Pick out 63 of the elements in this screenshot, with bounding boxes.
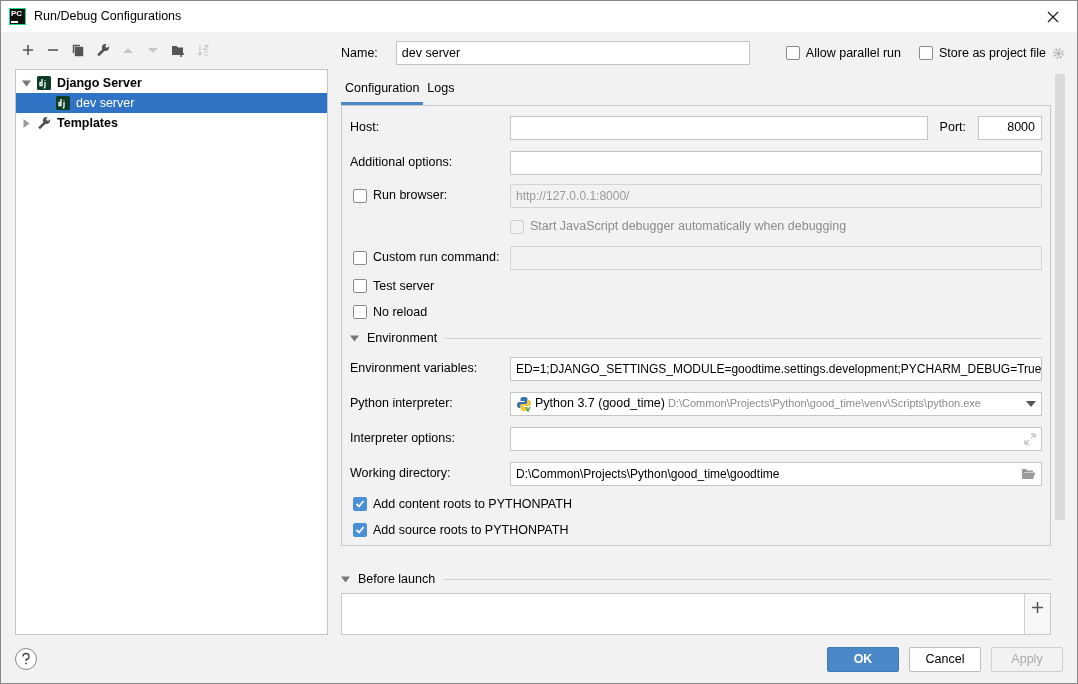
- input-field[interactable]: [510, 150, 1042, 175]
- django-icon: [56, 96, 70, 110]
- add-icon[interactable]: [21, 43, 35, 57]
- checkbox-label: Store as project file: [939, 44, 1047, 62]
- field-label: Custom run command:: [373, 249, 500, 267]
- port-field[interactable]: 8000: [978, 115, 1042, 140]
- field-label: Additional options:: [350, 155, 453, 170]
- checkbox-label: Add content roots to PYTHONPATH: [373, 495, 572, 513]
- field-label: Python interpreter:: [350, 396, 453, 411]
- field-label: Run browser:: [373, 187, 448, 205]
- tree-item[interactable]: dev server: [16, 93, 327, 113]
- checkbox-label: Add source roots to PYTHONPATH: [373, 521, 569, 539]
- checkbox-label: Test server: [373, 277, 435, 295]
- tree-item[interactable]: Django Server: [16, 73, 327, 93]
- dropdown-arrow-icon[interactable]: [1026, 400, 1036, 407]
- interpreter-path: D:\Common\Projects\Python\good_time\venv\Scripts\python.exe: [667, 396, 981, 412]
- checkbox-label: Start JavaScript debugger automatically when debugging: [530, 218, 847, 236]
- copy-icon[interactable]: [71, 43, 85, 57]
- collapse-triangle-icon[interactable]: [350, 333, 359, 343]
- checkbox[interactable]: [919, 46, 934, 60]
- field-label: Working directory:: [350, 466, 451, 481]
- input-field[interactable]: ED=1;DJANGO_SETTINGS_MODULE=goodtime.settings.development;PYCHARM_DEBUG=True: [510, 356, 1042, 381]
- scrollbar[interactable]: [1055, 74, 1065, 520]
- field-label: Host:: [350, 120, 380, 135]
- checkbox-label: Allow parallel run: [805, 44, 902, 62]
- input-field[interactable]: [510, 426, 1042, 451]
- field-label: Environment variables:: [350, 361, 478, 376]
- section-title[interactable]: Environment: [367, 328, 438, 348]
- window-title: Run/Debug Configurations: [34, 8, 182, 26]
- tree-item[interactable]: Templates: [16, 113, 327, 133]
- collapse-triangle-icon[interactable]: [22, 78, 31, 88]
- app-logo: PC: [9, 8, 26, 25]
- folder-icon[interactable]: [1021, 467, 1036, 480]
- input-field[interactable]: D:\Common\Projects\Python\good_time\goodtime: [510, 461, 1042, 486]
- add-icon[interactable]: [1032, 602, 1043, 613]
- checkbox[interactable]: [785, 46, 800, 60]
- tab[interactable]: Logs: [423, 75, 459, 105]
- django-icon: [37, 76, 51, 90]
- dialog-button[interactable]: Cancel: [909, 646, 981, 672]
- checkbox[interactable]: [353, 279, 367, 293]
- checkbox[interactable]: [353, 305, 367, 319]
- field-label: Name:: [341, 44, 378, 62]
- wrench-icon[interactable]: [96, 43, 110, 57]
- collapse-triangle-icon[interactable]: [341, 574, 350, 584]
- interpreter-name: Python 3.7 (good_time): [535, 395, 665, 413]
- field-label: Interpreter options:: [350, 431, 455, 446]
- dialog-button[interactable]: OK: [827, 646, 899, 672]
- interpreter-dropdown[interactable]: Python 3.7 (good_time) D:\Common\Projects\Python\good_time\venv\Scripts\python.exe: [510, 391, 1042, 416]
- expand-icon[interactable]: [1024, 432, 1036, 445]
- input-field[interactable]: [510, 115, 928, 140]
- help-icon[interactable]: [15, 648, 37, 670]
- expand-triangle-icon[interactable]: [22, 118, 31, 128]
- tab[interactable]: Configuration: [341, 75, 424, 105]
- section-title[interactable]: Before launch: [358, 569, 436, 589]
- folder-add-icon[interactable]: [171, 43, 185, 57]
- wrench-icon: [37, 116, 51, 130]
- checkbox[interactable]: [353, 497, 367, 511]
- checkbox[interactable]: [353, 523, 367, 537]
- python-icon: [516, 395, 532, 412]
- checkbox-label: No reload: [373, 303, 428, 321]
- close-icon[interactable]: [1047, 10, 1059, 23]
- input-field[interactable]: dev server: [395, 41, 750, 65]
- field-label: Port:: [939, 119, 966, 137]
